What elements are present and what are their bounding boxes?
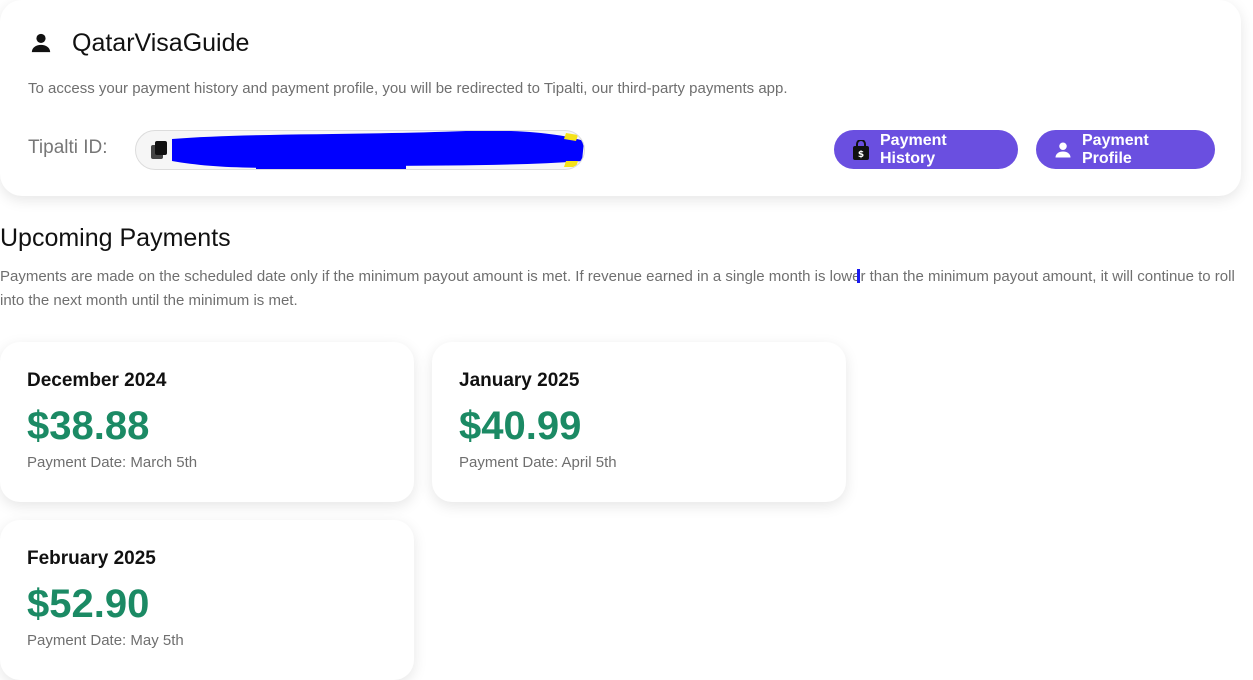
account-header: QatarVisaGuide [28,28,249,58]
payment-card: January 2025 $40.99 Payment Date: April … [432,342,846,502]
payment-history-button[interactable]: $ Payment History [834,130,1018,169]
tipalti-id-label: Tipalti ID: [28,137,108,158]
tipalti-id-field[interactable] [135,130,585,170]
redirect-note: To access your payment history and payme… [28,80,788,97]
account-name: QatarVisaGuide [72,28,250,57]
payment-amount: $52.90 [27,582,150,626]
payment-profile-label: Payment Profile [1082,131,1149,167]
payment-card: December 2024 $38.88 Payment Date: March… [0,342,414,502]
payment-card: February 2025 $52.90 Payment Date: May 5… [0,520,414,680]
upcoming-payments-description: Payments are made on the scheduled date … [0,268,1235,309]
text-cursor [857,269,860,283]
payment-amount: $38.88 [27,404,150,448]
redaction-scribble [172,131,584,169]
person-icon [1054,141,1072,159]
payment-date: Payment Date: April 5th [459,454,617,471]
payment-profile-button[interactable]: Payment Profile [1036,130,1215,169]
payment-month: February 2025 [27,548,156,569]
person-icon [28,28,54,58]
payment-month: January 2025 [459,370,580,391]
payment-month: December 2024 [27,370,167,391]
shopping-bag-icon: $ [852,139,870,160]
svg-text:$: $ [858,150,864,160]
upcoming-payments-title: Upcoming Payments [0,224,231,252]
account-card: QatarVisaGuide To access your payment hi… [0,0,1241,196]
payment-amount: $40.99 [459,404,582,448]
payment-history-label: Payment History [880,131,947,167]
payment-date: Payment Date: March 5th [27,454,198,471]
